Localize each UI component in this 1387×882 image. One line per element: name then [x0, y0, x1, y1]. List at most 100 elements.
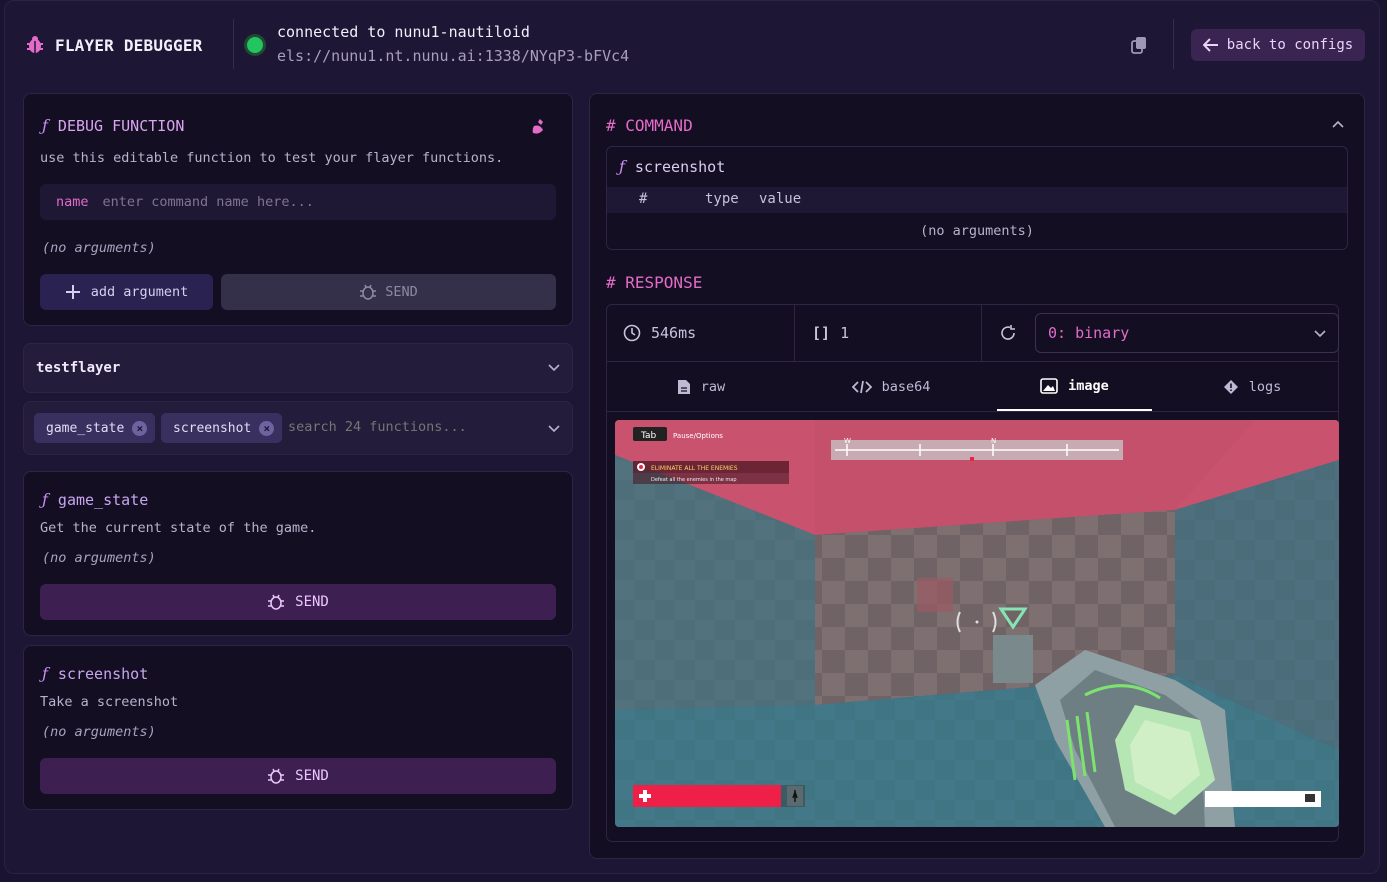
- command-heading: # COMMAND: [606, 116, 693, 135]
- hud-compass-w: W: [844, 437, 851, 445]
- arguments-table-header: # type value: [607, 187, 1347, 213]
- function-card-screenshot: ƒ screenshot Take a screenshot (no argum…: [23, 645, 573, 810]
- divider: [607, 361, 1338, 362]
- tab-image[interactable]: image: [997, 363, 1152, 411]
- function-heading: ƒ game_state: [42, 490, 148, 509]
- response-box: 546ms [] 1 0: binary raw base64 image lo…: [606, 304, 1339, 842]
- response-count: [] 1: [812, 305, 849, 361]
- send-label: SEND: [295, 768, 329, 784]
- response-count-value: 1: [840, 324, 850, 342]
- function-filter[interactable]: game_state × screenshot ×: [23, 401, 573, 455]
- plus-icon: [65, 285, 80, 299]
- tab-label: image: [1068, 378, 1109, 394]
- file-icon: [677, 380, 690, 394]
- filter-chip-game-state[interactable]: game_state ×: [34, 413, 156, 443]
- command-name-input[interactable]: [102, 194, 483, 210]
- function-description: Take a screenshot: [40, 694, 179, 710]
- function-args-text: (no arguments): [42, 724, 156, 740]
- response-item-select[interactable]: 0: binary: [1035, 313, 1339, 353]
- function-icon: ƒ: [619, 157, 625, 176]
- app-window: FLAYER DEBUGGER connected to nunu1-nauti…: [4, 0, 1380, 874]
- function-search-input[interactable]: [288, 419, 528, 435]
- clock-icon: [623, 324, 641, 342]
- bug-icon: [268, 768, 285, 784]
- game-scene: Tab Pause/Options W N ELIMINATE ALL THE …: [615, 420, 1339, 827]
- command-response-panel: # COMMAND ƒ screenshot # type value (no …: [589, 93, 1365, 859]
- hud-tab-hint: Pause/Options: [673, 432, 723, 440]
- command-name-heading: ƒ screenshot: [619, 157, 725, 176]
- hud-objective-title: ELIMINATE ALL THE ENEMIES: [651, 465, 738, 472]
- broom-icon[interactable]: [530, 118, 548, 136]
- close-icon[interactable]: ×: [259, 420, 275, 436]
- app-title: FLAYER DEBUGGER: [55, 35, 203, 55]
- response-time: 546ms: [623, 305, 696, 361]
- chevron-up-icon[interactable]: [1332, 120, 1344, 128]
- chevron-down-icon: [1314, 330, 1326, 338]
- copy-icon[interactable]: [1129, 35, 1149, 55]
- chevron-down-icon[interactable]: [548, 425, 560, 433]
- debug-function-heading: ƒ DEBUG FUNCTION: [42, 116, 184, 135]
- logo: FLAYER DEBUGGER: [25, 35, 203, 55]
- add-argument-button[interactable]: add argument: [40, 274, 213, 310]
- command-name-field[interactable]: name: [40, 184, 556, 220]
- column-type: type: [705, 191, 739, 207]
- function-heading: ƒ screenshot: [42, 664, 148, 683]
- column-index: #: [639, 191, 648, 207]
- screenshot-send-button[interactable]: SEND: [40, 758, 556, 794]
- tab-base64[interactable]: base64: [795, 363, 987, 411]
- function-name: game_state: [57, 490, 149, 509]
- debug-function-card: ƒ DEBUG FUNCTION use this editable funct…: [23, 93, 573, 326]
- no-arguments-text: (no arguments): [920, 223, 1034, 239]
- debug-send-button[interactable]: SEND: [221, 274, 556, 310]
- hud-compass-n: N: [991, 437, 996, 445]
- bug-icon: [268, 594, 285, 610]
- tab-logs[interactable]: logs: [1167, 363, 1337, 411]
- function-icon: ƒ: [42, 664, 48, 683]
- hud-objective-subtitle: Defeat all the enemies in the map: [651, 477, 737, 483]
- function-args-text: (no arguments): [42, 550, 156, 566]
- chevron-down-icon: [548, 364, 560, 372]
- tab-raw[interactable]: raw: [607, 363, 795, 411]
- divider: [981, 305, 982, 361]
- connection-title: connected to nunu1-nautiloid: [277, 23, 530, 41]
- response-item-value: 0: binary: [1048, 324, 1130, 342]
- debug-function-description: use this editable function to test your …: [40, 150, 504, 166]
- tab-label: base64: [881, 379, 931, 395]
- name-label: name: [56, 194, 89, 210]
- command-box: ƒ screenshot # type value (no arguments): [606, 146, 1348, 250]
- code-icon: [851, 380, 872, 394]
- tab-label: raw: [700, 379, 726, 395]
- flayer-select[interactable]: testflayer: [23, 343, 573, 393]
- tab-label: logs: [1248, 379, 1282, 395]
- function-card-game-state: ƒ game_state Get the current state of th…: [23, 471, 573, 636]
- function-icon: ƒ: [42, 490, 48, 509]
- header: FLAYER DEBUGGER connected to nunu1-nauti…: [5, 1, 1379, 89]
- back-label: back to configs: [1226, 37, 1354, 53]
- send-label: SEND: [295, 594, 329, 610]
- response-heading: # RESPONSE: [606, 273, 703, 292]
- divider: [794, 305, 795, 361]
- divider: [233, 19, 234, 69]
- image-icon: [1040, 378, 1058, 394]
- connection-status-indicator: [247, 37, 263, 53]
- debug-args-text: (no arguments): [42, 240, 156, 256]
- add-argument-label: add argument: [90, 284, 189, 300]
- screenshot-image: Tab Pause/Options W N ELIMINATE ALL THE …: [615, 420, 1339, 827]
- alert-diamond-icon: [1223, 380, 1238, 394]
- chip-label: game_state: [46, 420, 125, 436]
- refresh-icon[interactable]: [999, 324, 1017, 342]
- debug-send-label: SEND: [385, 284, 418, 300]
- divider: [1173, 19, 1174, 69]
- close-icon[interactable]: ×: [132, 420, 148, 436]
- command-name: screenshot: [634, 157, 726, 176]
- arrow-left-icon: [1202, 38, 1218, 52]
- divider: [607, 411, 1338, 412]
- back-to-configs-button[interactable]: back to configs: [1191, 29, 1365, 61]
- game-state-send-button[interactable]: SEND: [40, 584, 556, 620]
- debug-function-title: DEBUG FUNCTION: [57, 116, 185, 135]
- brackets-icon: []: [812, 324, 831, 342]
- function-description: Get the current state of the game.: [40, 520, 317, 536]
- filter-chip-screenshot[interactable]: screenshot ×: [161, 413, 283, 443]
- connection-url: els://nunu1.nt.nunu.ai:1338/NYqP3-bFVc4: [277, 47, 630, 65]
- response-time-value: 546ms: [651, 324, 697, 342]
